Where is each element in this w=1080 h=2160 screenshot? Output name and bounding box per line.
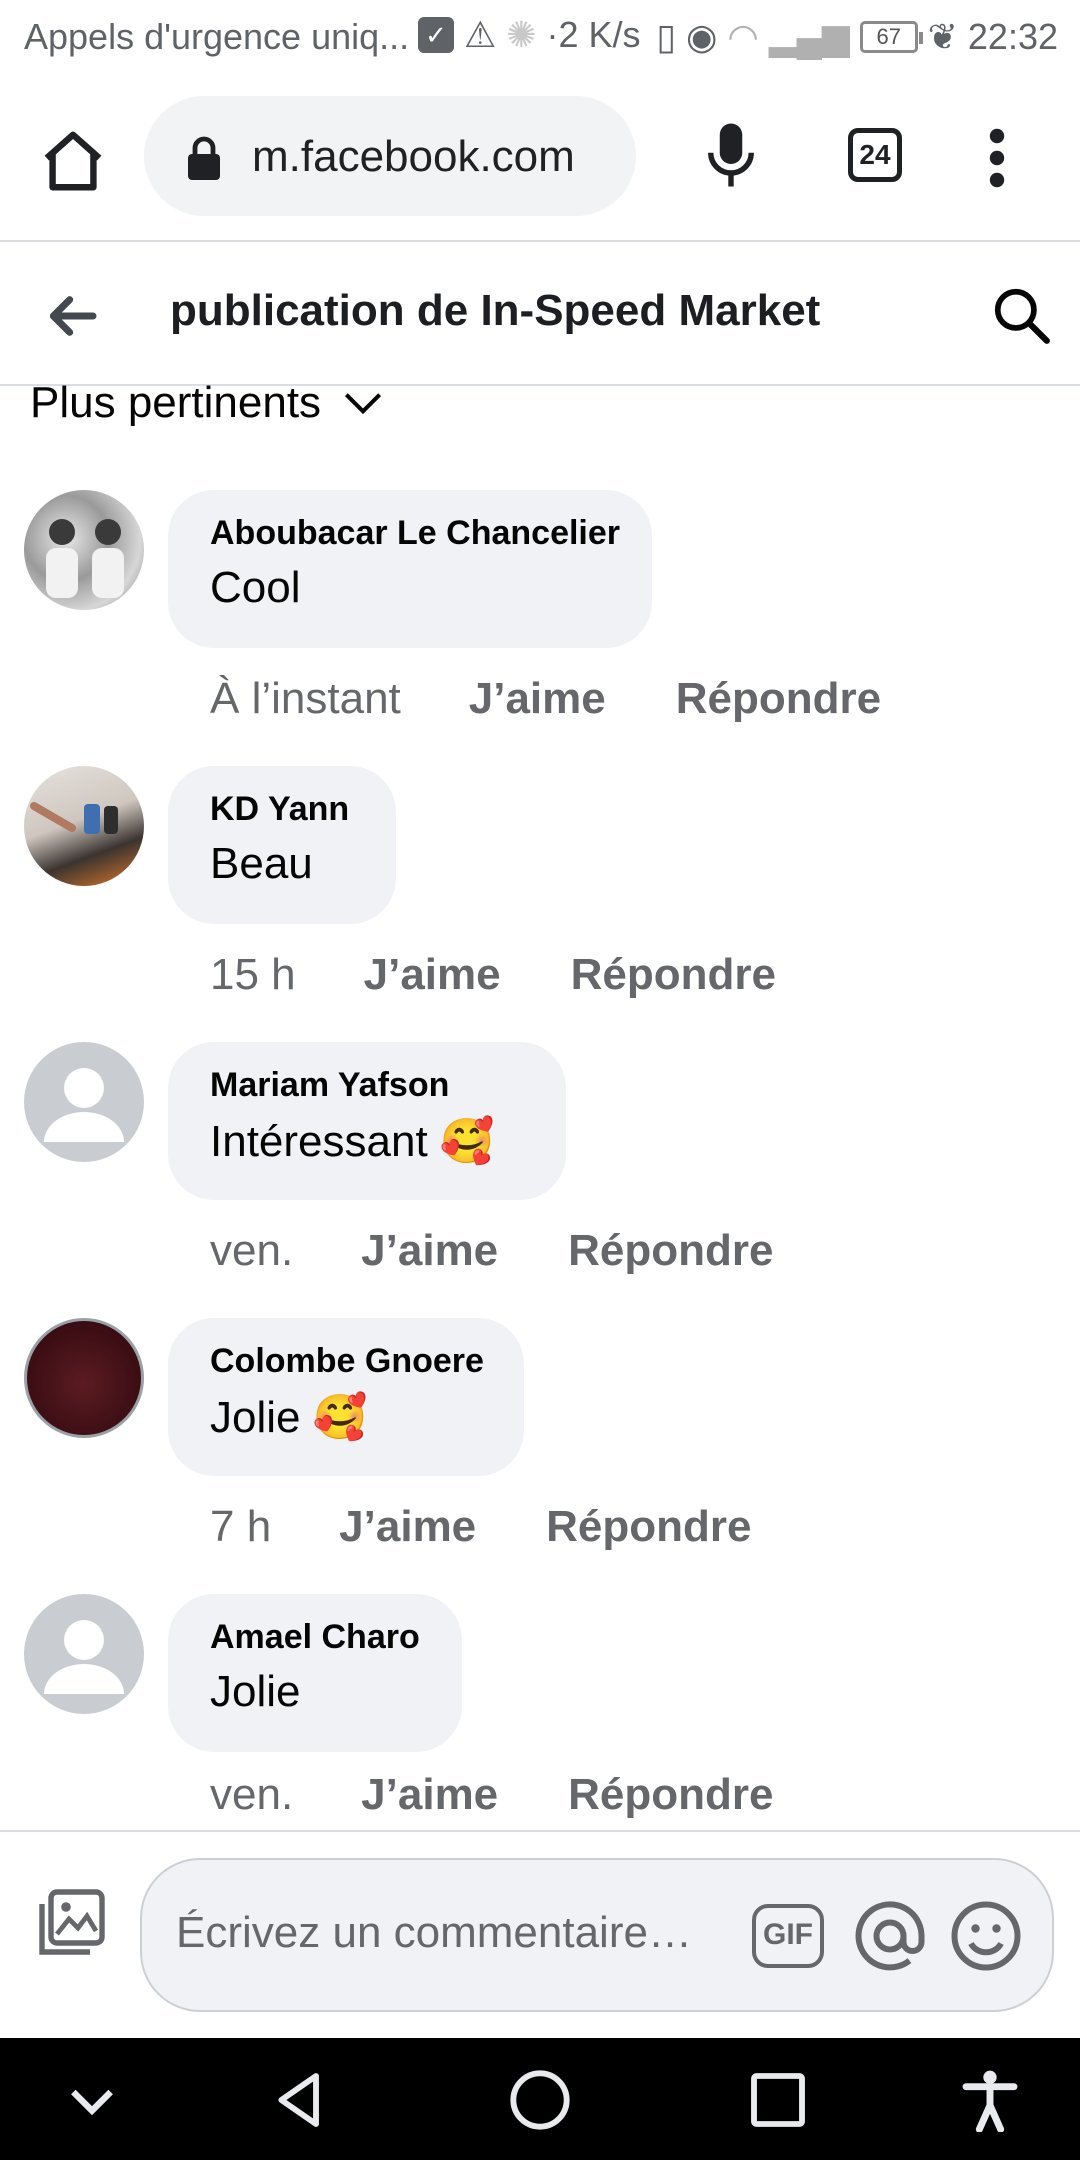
commenter-name[interactable]: Colombe Gnoere — [210, 1342, 484, 1381]
chevron-down-icon — [344, 393, 382, 415]
sort-label: Plus pertinents — [30, 378, 322, 427]
battery-icon: 67 — [859, 21, 923, 53]
chevron-down-icon[interactable] — [60, 2068, 124, 2132]
default-avatar-icon — [44, 1620, 124, 1694]
comment-time[interactable]: 7 h — [210, 1502, 271, 1552]
commenter-name[interactable]: Aboubacar Le Chancelier — [210, 514, 620, 553]
like-button[interactable]: J’aime — [469, 674, 606, 724]
avatar[interactable] — [24, 1594, 144, 1714]
lock-icon — [188, 136, 220, 180]
home-icon[interactable] — [38, 126, 108, 196]
carrier-text: Appels d'urgence uniq... — [24, 16, 410, 57]
comment-actions: À l’instant J’aime Répondre — [210, 674, 881, 724]
avatar[interactable] — [24, 766, 144, 886]
back-arrow-icon[interactable] — [44, 288, 100, 344]
page-title: publication de In-Speed Market — [170, 286, 821, 335]
leaf-icon: ❦ — [927, 16, 958, 57]
url-text: m.facebook.com — [252, 132, 575, 181]
comment-actions: 7 h J’aime Répondre — [210, 1502, 752, 1552]
comment-text: Intéressant 🥰 — [210, 1117, 495, 1166]
like-button[interactable]: J’aime — [361, 1770, 498, 1820]
like-button[interactable]: J’aime — [361, 1226, 498, 1276]
status-bar: Appels d'urgence uniq... ✓ ⚠ ✺ ·2 K/s ▯ … — [0, 0, 1080, 76]
comment-actions: 15 h J’aime Répondre — [210, 950, 776, 1000]
comment-time[interactable]: ven. — [210, 1770, 293, 1820]
comment-bubble[interactable]: Mariam Yafson Intéressant 🥰 — [168, 1042, 566, 1200]
mention-icon[interactable] — [854, 1900, 926, 1972]
photo-upload-icon[interactable] — [36, 1886, 108, 1958]
sort-dropdown[interactable]: Plus pertinents — [30, 378, 383, 428]
fingerprint-icon: ✺ — [506, 14, 537, 55]
status-icons: ✓ ⚠ ✺ ·2 K/s — [418, 14, 640, 56]
avatar[interactable] — [24, 490, 144, 610]
warning-icon: ⚠ — [464, 14, 497, 55]
microphone-icon[interactable] — [704, 120, 758, 190]
checkmark-notification-icon: ✓ — [418, 17, 454, 53]
default-avatar-icon — [44, 1068, 124, 1142]
tab-switcher-button[interactable]: 24 — [848, 128, 902, 182]
like-button[interactable]: J’aime — [364, 950, 501, 1000]
comment-time[interactable]: À l’instant — [210, 674, 401, 724]
reply-button[interactable]: Répondre — [546, 1502, 751, 1552]
status-right: ▯ ◉ ◠ ▂▄▆ 67 ❦ 22:32 — [656, 16, 1058, 58]
comment-time[interactable]: ven. — [210, 1226, 293, 1276]
avatar[interactable] — [24, 1042, 144, 1162]
comment-composer: Écrivez un commentaire… GIF — [0, 1830, 1080, 2038]
vibrate-icon: ▯ — [656, 16, 676, 57]
comment-bubble[interactable]: Colombe Gnoere Jolie 🥰 — [168, 1318, 524, 1476]
comment-bubble[interactable]: KD Yann Beau — [168, 766, 396, 924]
clock: 22:32 — [967, 16, 1058, 57]
avatar-photo-icon — [46, 519, 124, 598]
recent-apps-icon[interactable] — [746, 2068, 810, 2132]
reply-button[interactable]: Répondre — [571, 950, 776, 1000]
comment-placeholder: Écrivez un commentaire… — [176, 1908, 692, 1957]
avatar-photo-icon — [30, 802, 118, 834]
like-button[interactable]: J’aime — [339, 1502, 476, 1552]
commenter-name[interactable]: KD Yann — [210, 790, 356, 829]
home-circle-icon[interactable] — [508, 2068, 572, 2132]
more-options-icon[interactable] — [982, 128, 1012, 188]
comment-actions: ven. J’aime Répondre — [210, 1770, 774, 1820]
back-triangle-icon[interactable] — [268, 2068, 332, 2132]
reply-button[interactable]: Répondre — [568, 1226, 773, 1276]
network-speed: ·2 K/s — [546, 14, 641, 55]
signal-icon: ▂▄▆ — [768, 16, 850, 57]
wifi-icon: ◠ — [727, 16, 759, 57]
commenter-name[interactable]: Mariam Yafson — [210, 1066, 526, 1105]
comment-input[interactable]: Écrivez un commentaire… GIF — [140, 1858, 1054, 2012]
comment-actions: ven. J’aime Répondre — [210, 1226, 774, 1276]
emoji-icon[interactable] — [950, 1900, 1022, 1972]
address-bar[interactable]: m.facebook.com — [144, 96, 636, 216]
reply-button[interactable]: Répondre — [676, 674, 881, 724]
comment-time[interactable]: 15 h — [210, 950, 296, 1000]
page-header: publication de In-Speed Market — [0, 244, 1080, 386]
avatar[interactable] — [24, 1318, 144, 1438]
comment-text: Jolie 🥰 — [210, 1393, 368, 1442]
commenter-name[interactable]: Amael Charo — [210, 1618, 422, 1657]
browser-toolbar: m.facebook.com 24 — [0, 76, 1080, 242]
system-navigation-bar — [0, 2038, 1080, 2160]
accessibility-icon[interactable] — [958, 2068, 1022, 2132]
reply-button[interactable]: Répondre — [568, 1770, 773, 1820]
comment-text: Jolie — [210, 1667, 301, 1716]
gif-button[interactable]: GIF — [752, 1904, 824, 1968]
comment-text: Cool — [210, 563, 301, 612]
comment-bubble[interactable]: Aboubacar Le Chancelier Cool — [168, 490, 652, 648]
search-icon[interactable] — [990, 284, 1052, 346]
comment-text: Beau — [210, 839, 313, 888]
eye-icon: ◉ — [686, 16, 718, 57]
comment-bubble[interactable]: Amael Charo Jolie — [168, 1594, 462, 1752]
